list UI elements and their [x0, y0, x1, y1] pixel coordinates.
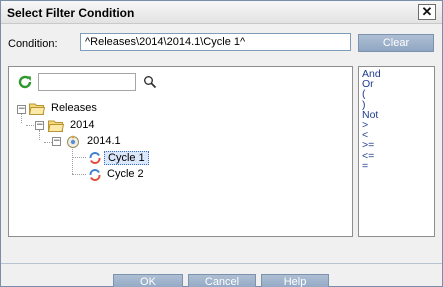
operator-less-or-equal[interactable]: <=: [362, 150, 431, 161]
tree-node-cycle-2[interactable]: Cycle 2: [107, 168, 144, 180]
operator-not[interactable]: Not: [362, 109, 431, 120]
dialog-title: Select Filter Condition: [7, 6, 135, 20]
collapse-releases-toggle[interactable]: −: [17, 105, 26, 114]
release-tree-panel: − Releases − 2014 − 2014.1 Cycle 1 Cycle…: [8, 66, 353, 237]
tree-node-2014[interactable]: 2014: [70, 119, 94, 131]
collapse-2014-1-toggle[interactable]: −: [52, 137, 61, 146]
help-button[interactable]: Help: [261, 274, 329, 287]
title-bar: Select Filter Condition ✕: [1, 1, 442, 24]
search-icon[interactable]: [143, 75, 157, 89]
cycle-icon: [89, 169, 101, 181]
tree-node-2014-1[interactable]: 2014.1: [87, 135, 121, 147]
cancel-button[interactable]: Cancel: [188, 274, 256, 287]
ok-button[interactable]: OK: [113, 274, 183, 287]
footer-divider: [1, 263, 442, 264]
close-button[interactable]: ✕: [418, 4, 436, 20]
tree-node-releases[interactable]: Releases: [51, 102, 97, 114]
cycle-icon: [89, 152, 101, 164]
clear-button[interactable]: Clear: [358, 34, 434, 52]
condition-input[interactable]: [80, 33, 351, 51]
operator-equals[interactable]: =: [362, 160, 431, 171]
folder-open-icon: [48, 120, 64, 132]
select-filter-condition-dialog: Select Filter Condition ✕ Condition: Cle…: [0, 0, 443, 287]
collapse-2014-toggle[interactable]: −: [35, 121, 44, 130]
tree-connector: [72, 174, 86, 175]
release-icon: [67, 135, 79, 148]
operators-panel: And Or ( ) Not > < >= <= =: [358, 66, 435, 237]
close-icon: ✕: [421, 4, 433, 19]
folder-open-icon: [29, 103, 45, 115]
tree-connector: [72, 146, 73, 174]
refresh-icon[interactable]: [17, 74, 33, 90]
tree-search-input[interactable]: [38, 73, 136, 91]
condition-label: Condition:: [8, 38, 58, 50]
operator-or[interactable]: Or: [362, 79, 431, 90]
operator-open-paren[interactable]: (: [362, 89, 431, 100]
tree-connector: [72, 157, 86, 158]
operator-greater-than[interactable]: >: [362, 120, 431, 131]
tree-connector: [21, 113, 22, 123]
operator-greater-or-equal[interactable]: >=: [362, 140, 431, 151]
tree-connector: [39, 130, 40, 140]
tree-node-cycle-1[interactable]: Cycle 1: [104, 151, 149, 165]
